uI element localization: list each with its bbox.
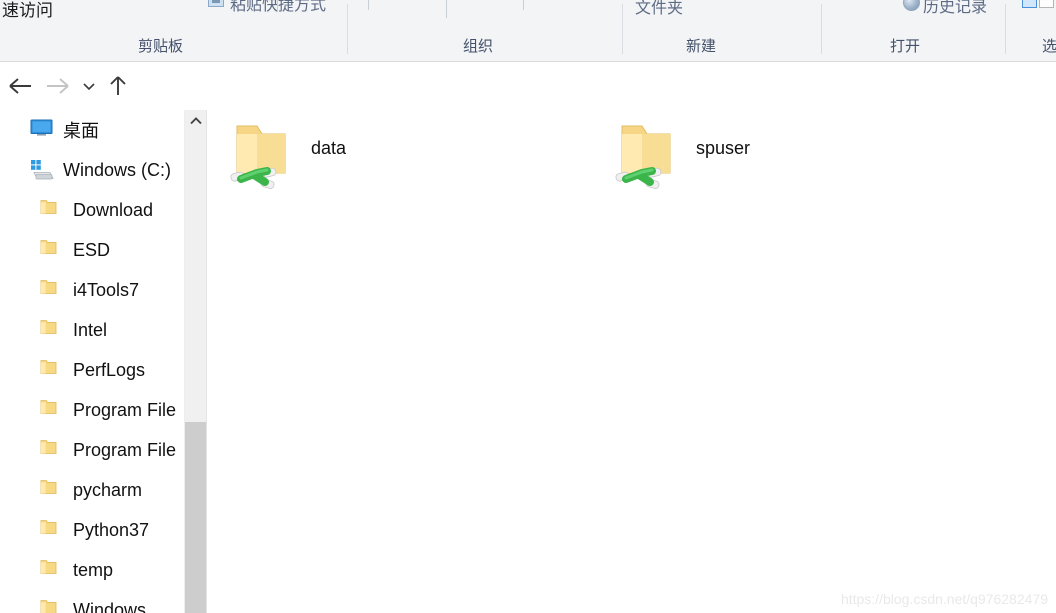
sidebar-item-python37[interactable]: Python37 (0, 510, 184, 550)
folder-icon (40, 239, 64, 261)
arrow-up-icon (110, 76, 126, 95)
chevron-up-icon (190, 117, 202, 125)
ribbon-toolbar: 速访问 粘贴快捷方式 剪贴板 组织 文件夹 新建 历史记录 打开 选 (0, 0, 1056, 62)
folder-icon (40, 399, 64, 421)
sidebar-item-label: 桌面 (63, 121, 99, 141)
ribbon-group-new: 文件夹 新建 (623, 0, 822, 61)
new-folder-label[interactable]: 文件夹 (635, 0, 683, 18)
chevron-down-icon (83, 83, 95, 91)
ribbon-hairline (446, 0, 447, 18)
watermark-text: https://blog.csdn.net/q976282479 (840, 591, 1048, 607)
folder-icon (40, 319, 64, 341)
ribbon-group-label-new: 新建 (686, 38, 717, 55)
ribbon-group-label-select: 选 (1042, 38, 1056, 55)
sidebar-item-label: i4Tools7 (73, 279, 140, 300)
ribbon-hairline (368, 0, 369, 10)
file-item-label: data (311, 138, 347, 158)
ribbon-hairline (277, 0, 278, 12)
desktop-icon (30, 119, 54, 141)
sidebar-item-i4tools7[interactable]: i4Tools7 (0, 270, 184, 310)
sidebar-item-label: Intel (73, 319, 108, 340)
arrow-left-icon (9, 78, 31, 94)
shared-folder-icon (227, 118, 293, 194)
ribbon-group-open: 历史记录 打开 (822, 0, 1006, 61)
ribbon-hairline (523, 0, 524, 10)
sidebar-item-label: Windows (C:) (63, 159, 172, 180)
ribbon-group-select: 选 (1006, 0, 1056, 61)
paste-shortcut-label[interactable]: 粘贴快捷方式 (230, 0, 326, 15)
sidebar-item-esd[interactable]: ESD (0, 230, 184, 270)
sidebar-item-perflogs[interactable]: PerfLogs (0, 350, 184, 390)
history-icon[interactable] (903, 0, 920, 11)
sidebar-item-桌面[interactable]: 桌面 (0, 110, 184, 150)
sidebar-item-download[interactable]: Download (0, 190, 184, 230)
scrollbar-thumb[interactable] (185, 422, 207, 613)
sidebar-item-pycharm[interactable]: pycharm (0, 470, 184, 510)
recent-locations-button[interactable] (76, 63, 102, 109)
folder-icon (40, 519, 64, 541)
file-explorer-window: 速访问 粘贴快捷方式 剪贴板 组织 文件夹 新建 历史记录 打开 选 桌面 Wi… (0, 0, 1056, 613)
ribbon-group-clipboard: 粘贴快捷方式 剪贴板 (0, 0, 348, 61)
arrow-right-icon (47, 78, 69, 94)
ribbon-group-label-organize: 组织 (463, 38, 494, 55)
ribbon-group-label-clipboard: 剪贴板 (138, 38, 184, 55)
sidebar-item-windows[interactable]: Windows (0, 590, 184, 613)
sidebar-item-windows-c[interactable]: Windows (C:) (0, 150, 184, 190)
select-checkbox-icon[interactable] (1022, 0, 1037, 8)
history-label[interactable]: 历史记录 (923, 0, 987, 17)
navigation-bar: \\10.0.0.64 搜索" (0, 63, 1056, 165)
sidebar-item-label: Program File (73, 399, 177, 420)
folder-icon (40, 479, 64, 501)
sidebar-item-intel[interactable]: Intel (0, 310, 184, 350)
paste-shortcut-icon[interactable] (208, 0, 224, 7)
sidebar-item-label: Windows (73, 599, 147, 613)
file-item[interactable]: data (227, 118, 346, 194)
navigation-pane-scrollbar[interactable] (184, 110, 207, 613)
sidebar-item-program-file[interactable]: Program File (0, 390, 184, 430)
up-button[interactable] (102, 63, 134, 109)
sidebar-item-temp[interactable]: temp (0, 550, 184, 590)
folder-icon (40, 359, 64, 381)
navigation-tree: 桌面 Windows (C:) Download ESD i4Tools7 Intel Pe… (0, 110, 184, 613)
folder-icon (40, 439, 64, 461)
sidebar-item-label: Python37 (73, 519, 150, 540)
sidebar-item-label: ESD (73, 239, 111, 260)
scrollbar-up-button[interactable] (185, 110, 207, 132)
sidebar-item-label: PerfLogs (73, 359, 146, 380)
folder-icon (40, 279, 64, 301)
sidebar-item-label: temp (73, 559, 114, 580)
navigation-pane[interactable]: 桌面 Windows (C:) Download ESD i4Tools7 Intel Pe… (0, 110, 184, 613)
sidebar-item-label: pycharm (73, 479, 143, 500)
folder-icon (40, 199, 64, 221)
file-item[interactable]: spuser (612, 118, 750, 194)
forward-button[interactable] (40, 63, 76, 109)
folder-icon (40, 559, 64, 581)
file-list-view[interactable]: data spuser https://blog.csdn.net/q976282… (207, 110, 1056, 613)
folder-icon (40, 599, 64, 613)
sidebar-item-program-file[interactable]: Program File (0, 430, 184, 470)
back-button[interactable] (2, 63, 38, 109)
shared-folder-icon (612, 118, 678, 194)
sidebar-item-label: Download (73, 199, 154, 220)
file-item-label: spuser (696, 138, 751, 158)
sidebar-item-label: Program File (73, 439, 177, 460)
ribbon-group-organize: 组织 (348, 0, 623, 61)
select-none-checkbox-icon[interactable] (1039, 0, 1054, 8)
hard-drive-icon (30, 159, 54, 181)
ribbon-group-label-open: 打开 (890, 38, 921, 55)
